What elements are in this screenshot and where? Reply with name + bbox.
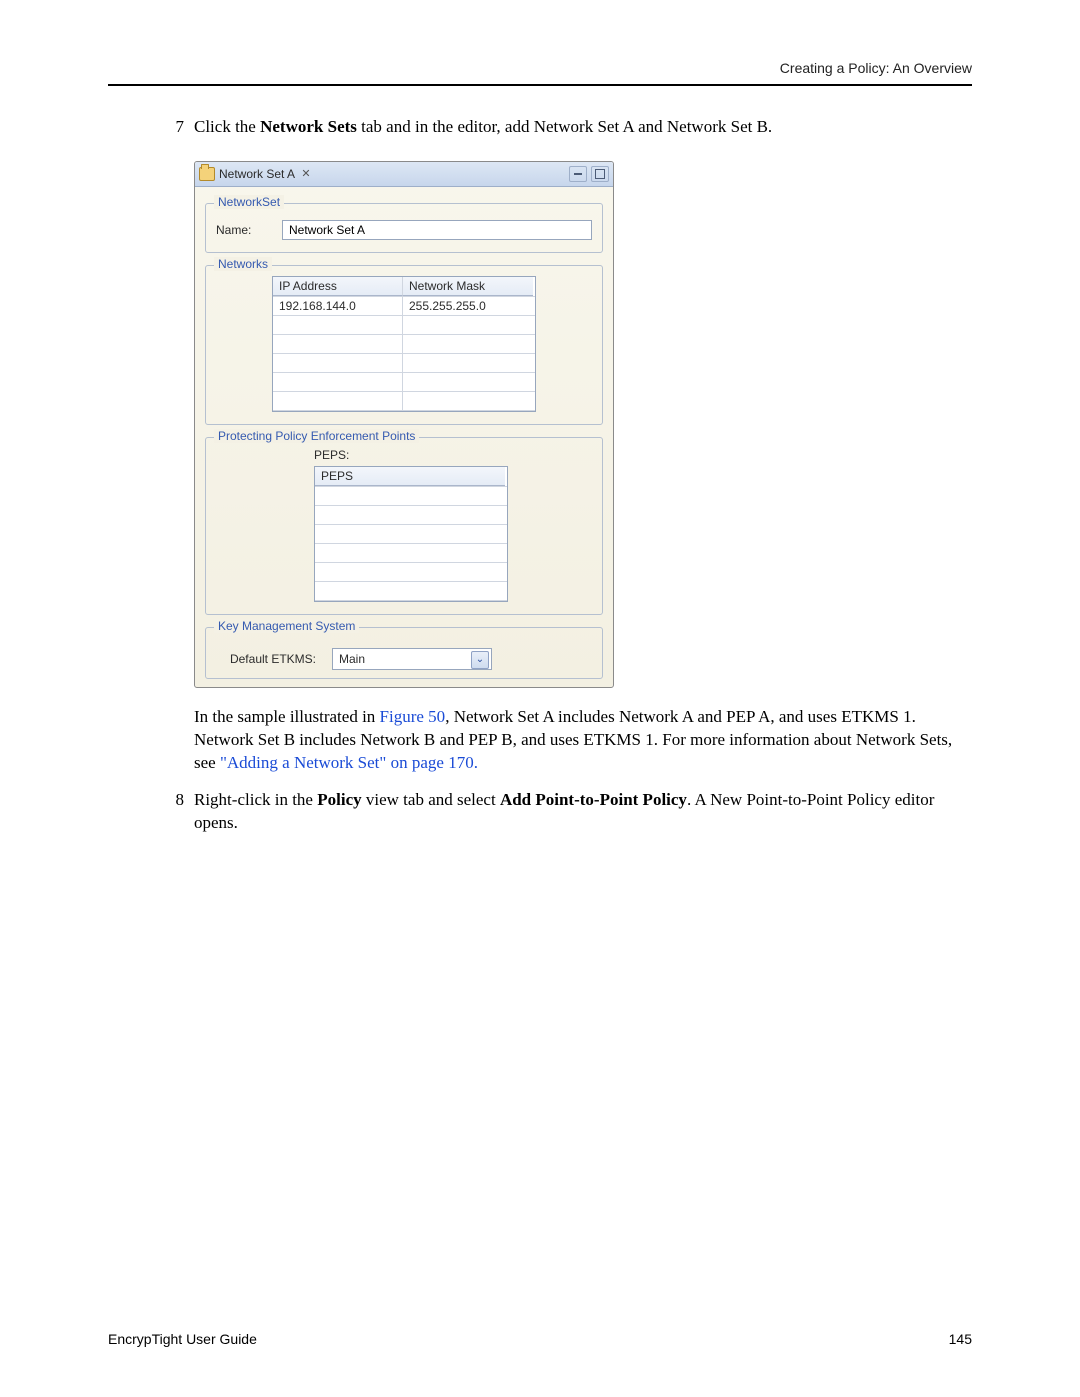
- networkset-group: NetworkSet Name:: [205, 203, 603, 253]
- editor-titlebar: Network Set A ✕: [195, 162, 613, 187]
- table-row[interactable]: [315, 544, 507, 563]
- table-row[interactable]: [273, 316, 535, 335]
- cell-ip: [273, 335, 403, 353]
- step-8-prefix: Right-click in the: [194, 790, 317, 809]
- table-row[interactable]: [273, 373, 535, 392]
- peps-label: PEPS:: [314, 448, 592, 462]
- folder-icon: [199, 167, 215, 181]
- networks-legend: Networks: [214, 257, 272, 271]
- peps-group: Protecting Policy Enforcement Points PEP…: [205, 437, 603, 615]
- cell-peps: [315, 563, 505, 581]
- kms-legend: Key Management System: [214, 619, 359, 633]
- cell-mask: [403, 335, 533, 353]
- table-row[interactable]: [315, 525, 507, 544]
- cell-ip: [273, 392, 403, 410]
- cell-ip: [273, 373, 403, 391]
- cell-peps: [315, 506, 505, 524]
- table-row[interactable]: [273, 392, 535, 411]
- table-row[interactable]: [273, 335, 535, 354]
- name-label: Name:: [216, 223, 272, 237]
- para-prefix: In the sample illustrated in: [194, 707, 380, 726]
- name-input[interactable]: [282, 220, 592, 240]
- table-row[interactable]: [273, 354, 535, 373]
- default-etkms-value: Main: [339, 652, 365, 666]
- cell-mask: [403, 354, 533, 372]
- cell-mask: 255.255.255.0: [403, 297, 533, 315]
- cell-mask: [403, 392, 533, 410]
- col-ip-header: IP Address: [273, 277, 403, 296]
- step-7-bold: Network Sets: [260, 117, 357, 136]
- default-etkms-select[interactable]: Main ⌄: [332, 648, 492, 670]
- networkset-editor-window: Network Set A ✕ NetworkSet Name: Network…: [194, 161, 614, 688]
- step-marker-7: 7: [156, 116, 184, 139]
- sample-paragraph: In the sample illustrated in Figure 50, …: [194, 706, 972, 775]
- cell-ip: 192.168.144.0: [273, 297, 403, 315]
- step-8-bold1: Policy: [317, 790, 361, 809]
- networkset-legend: NetworkSet: [214, 195, 284, 209]
- col-peps-header: PEPS: [315, 467, 505, 486]
- default-etkms-label: Default ETKMS:: [216, 652, 316, 666]
- cell-ip: [273, 354, 403, 372]
- cell-peps: [315, 525, 505, 543]
- maximize-icon[interactable]: [591, 166, 609, 182]
- step-8-bold2: Add Point-to-Point Policy: [500, 790, 687, 809]
- step-8-text: Right-click in the Policy view tab and s…: [194, 789, 972, 835]
- step-7-text: Click the Network Sets tab and in the ed…: [194, 116, 972, 139]
- link-figure-50[interactable]: Figure 50: [380, 707, 446, 726]
- cell-peps: [315, 487, 505, 505]
- step-7-prefix: Click the: [194, 117, 260, 136]
- col-mask-header: Network Mask: [403, 277, 533, 296]
- kms-group: Key Management System Default ETKMS: Mai…: [205, 627, 603, 679]
- cell-mask: [403, 316, 533, 334]
- peps-legend: Protecting Policy Enforcement Points: [214, 429, 419, 443]
- minimize-icon[interactable]: [569, 166, 587, 182]
- chevron-down-icon[interactable]: ⌄: [471, 651, 489, 669]
- tab-title[interactable]: Network Set A: [219, 167, 295, 181]
- cell-mask: [403, 373, 533, 391]
- table-row[interactable]: 192.168.144.0 255.255.255.0: [273, 297, 535, 316]
- step-8-mid: view tab and select: [362, 790, 500, 809]
- peps-grid[interactable]: PEPS: [314, 466, 508, 602]
- footer-left: EncrypTight User Guide: [108, 1331, 257, 1347]
- table-row[interactable]: [315, 563, 507, 582]
- header-rule: [108, 84, 972, 86]
- table-row[interactable]: [315, 506, 507, 525]
- link-adding-network-set[interactable]: "Adding a Network Set" on page 170.: [220, 753, 478, 772]
- cell-peps: [315, 544, 505, 562]
- table-row[interactable]: [315, 487, 507, 506]
- cell-ip: [273, 316, 403, 334]
- networks-grid[interactable]: IP Address Network Mask 192.168.144.0 25…: [272, 276, 536, 412]
- cell-peps: [315, 582, 505, 600]
- running-head: Creating a Policy: An Overview: [108, 60, 972, 76]
- step-marker-8: 8: [156, 789, 184, 835]
- table-row[interactable]: [315, 582, 507, 601]
- step-7-suffix: tab and in the editor, add Network Set A…: [357, 117, 772, 136]
- tab-close-icon[interactable]: ✕: [299, 167, 313, 181]
- networks-group: Networks IP Address Network Mask 192.168…: [205, 265, 603, 425]
- page-number: 145: [949, 1331, 972, 1347]
